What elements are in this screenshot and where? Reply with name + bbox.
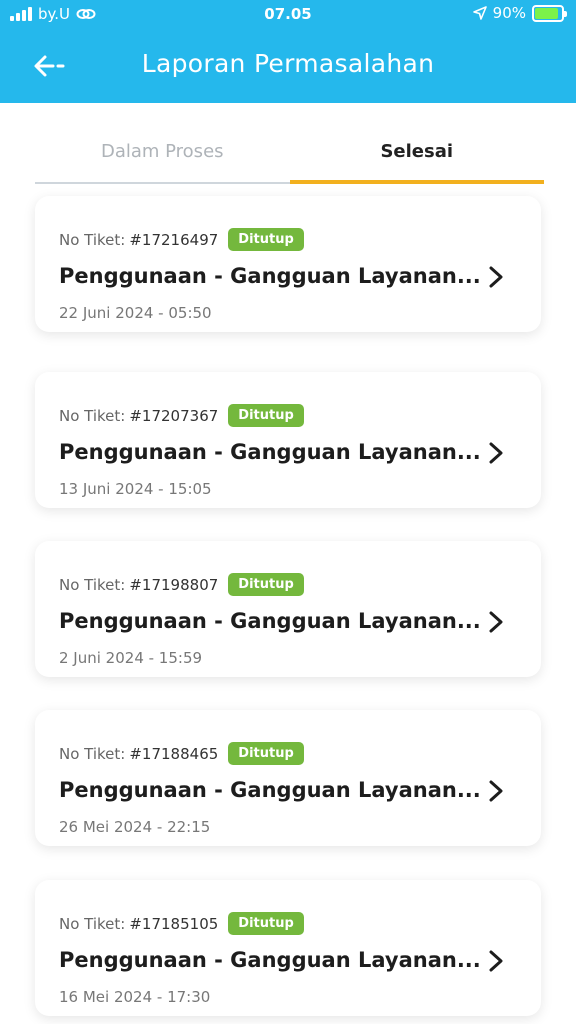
location-arrow-icon: [472, 6, 487, 20]
ticket-card[interactable]: No Tiket: #17185105 Ditutup Penggunaan -…: [35, 880, 541, 1016]
ticket-card[interactable]: No Tiket: #17188465 Ditutup Penggunaan -…: [35, 710, 541, 846]
ticket-date: 13 Juni 2024 - 15:05: [59, 480, 212, 498]
ticket-label: No Tiket:: [59, 575, 126, 594]
status-right: 90%: [472, 4, 567, 22]
tab-selesai[interactable]: Selesai: [289, 128, 544, 184]
ticket-line: No Tiket: #17198807 Ditutup: [59, 573, 304, 596]
ticket-date: 26 Mei 2024 - 22:15: [59, 818, 211, 836]
status-badge: Ditutup: [228, 228, 304, 251]
ticket-date: 22 Juni 2024 - 05:50: [59, 304, 212, 322]
chevron-right-icon: [489, 950, 503, 972]
ticket-number: #17198807: [129, 575, 219, 594]
ticket-date: 2 Juni 2024 - 15:59: [59, 649, 203, 667]
ticket-number: #17207367: [129, 406, 219, 425]
ticket-title: Penggunaan - Gangguan Layanan...: [59, 609, 481, 633]
tab-dalam-proses[interactable]: Dalam Proses: [35, 128, 290, 184]
status-badge: Ditutup: [228, 742, 304, 765]
ticket-line: No Tiket: #17207367 Ditutup: [59, 404, 304, 427]
ticket-line: No Tiket: #17188465 Ditutup: [59, 742, 304, 765]
ticket-card[interactable]: No Tiket: #17207367 Ditutup Penggunaan -…: [35, 372, 541, 508]
battery-percent: 90%: [492, 4, 526, 22]
ticket-card[interactable]: No Tiket: #17198807 Ditutup Penggunaan -…: [35, 541, 541, 677]
ticket-title: Penggunaan - Gangguan Layanan...: [59, 440, 481, 464]
ticket-title: Penggunaan - Gangguan Layanan...: [59, 948, 481, 972]
ticket-number: #17216497: [129, 230, 219, 249]
ticket-label: No Tiket:: [59, 744, 126, 763]
chevron-right-icon: [489, 780, 503, 802]
app-header: by.U 07.05 90% Laporan Permasalahan: [0, 0, 576, 103]
battery-icon: [532, 4, 567, 22]
status-badge: Ditutup: [228, 912, 304, 935]
ticket-line: No Tiket: #17216497 Ditutup: [59, 228, 304, 251]
ticket-title: Penggunaan - Gangguan Layanan...: [59, 778, 481, 802]
ticket-number: #17188465: [129, 744, 219, 763]
ticket-label: No Tiket:: [59, 406, 126, 425]
status-bar: by.U 07.05 90%: [0, 0, 576, 30]
chevron-right-icon: [489, 611, 503, 633]
battery-fill: [535, 7, 559, 19]
tab-bar: Dalam Proses Selesai: [35, 128, 544, 184]
ticket-card[interactable]: No Tiket: #17216497 Ditutup Penggunaan -…: [35, 196, 541, 332]
chevron-right-icon: [489, 266, 503, 288]
status-badge: Ditutup: [228, 404, 304, 427]
ticket-line: No Tiket: #17185105 Ditutup: [59, 912, 304, 935]
chevron-right-icon: [489, 442, 503, 464]
status-badge: Ditutup: [228, 573, 304, 596]
ticket-title: Penggunaan - Gangguan Layanan...: [59, 264, 481, 288]
ticket-label: No Tiket:: [59, 230, 126, 249]
ticket-number: #17185105: [129, 914, 219, 933]
ticket-label: No Tiket:: [59, 914, 126, 933]
page-title: Laporan Permasalahan: [141, 49, 435, 78]
ticket-date: 16 Mei 2024 - 17:30: [59, 988, 211, 1006]
